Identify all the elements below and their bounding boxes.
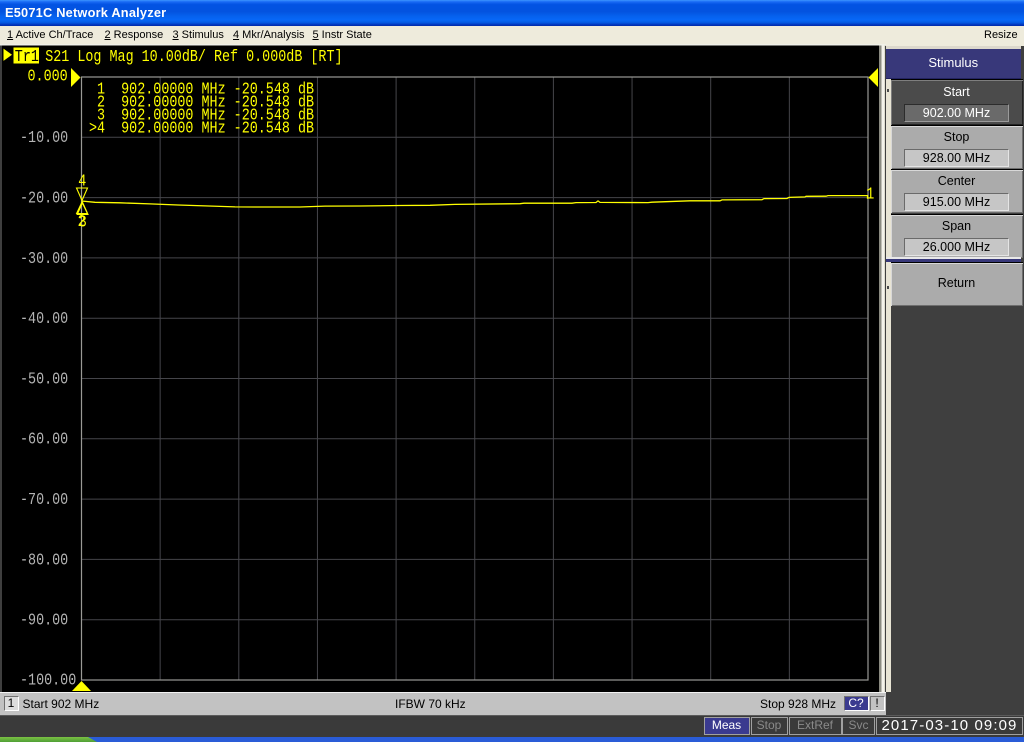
svg-text:>4 902.00000 MHz -20.548 dB: >4 902.00000 MHz -20.548 dB: [89, 121, 314, 138]
svg-text:-30.00: -30.00: [20, 251, 68, 268]
svg-text:-90.00: -90.00: [20, 613, 68, 630]
svg-text:-20.00: -20.00: [20, 190, 68, 207]
svg-text:0.000: 0.000: [28, 69, 68, 86]
svg-text:S21 Log Mag 10.00dB/ Ref 0.000: S21 Log Mag 10.00dB/ Ref 0.000dB [RT]: [45, 49, 342, 66]
svg-text:-40.00: -40.00: [20, 311, 68, 328]
svg-text:-80.00: -80.00: [20, 552, 68, 569]
svg-text:-60.00: -60.00: [20, 432, 68, 449]
svg-text:-10.00: -10.00: [20, 130, 68, 147]
svg-text:3: 3: [79, 214, 87, 231]
svg-text:Tr1: Tr1: [15, 49, 39, 66]
svg-text:-50.00: -50.00: [20, 371, 68, 388]
svg-text:-70.00: -70.00: [20, 492, 68, 509]
svg-text:-100.00: -100.00: [20, 672, 76, 689]
